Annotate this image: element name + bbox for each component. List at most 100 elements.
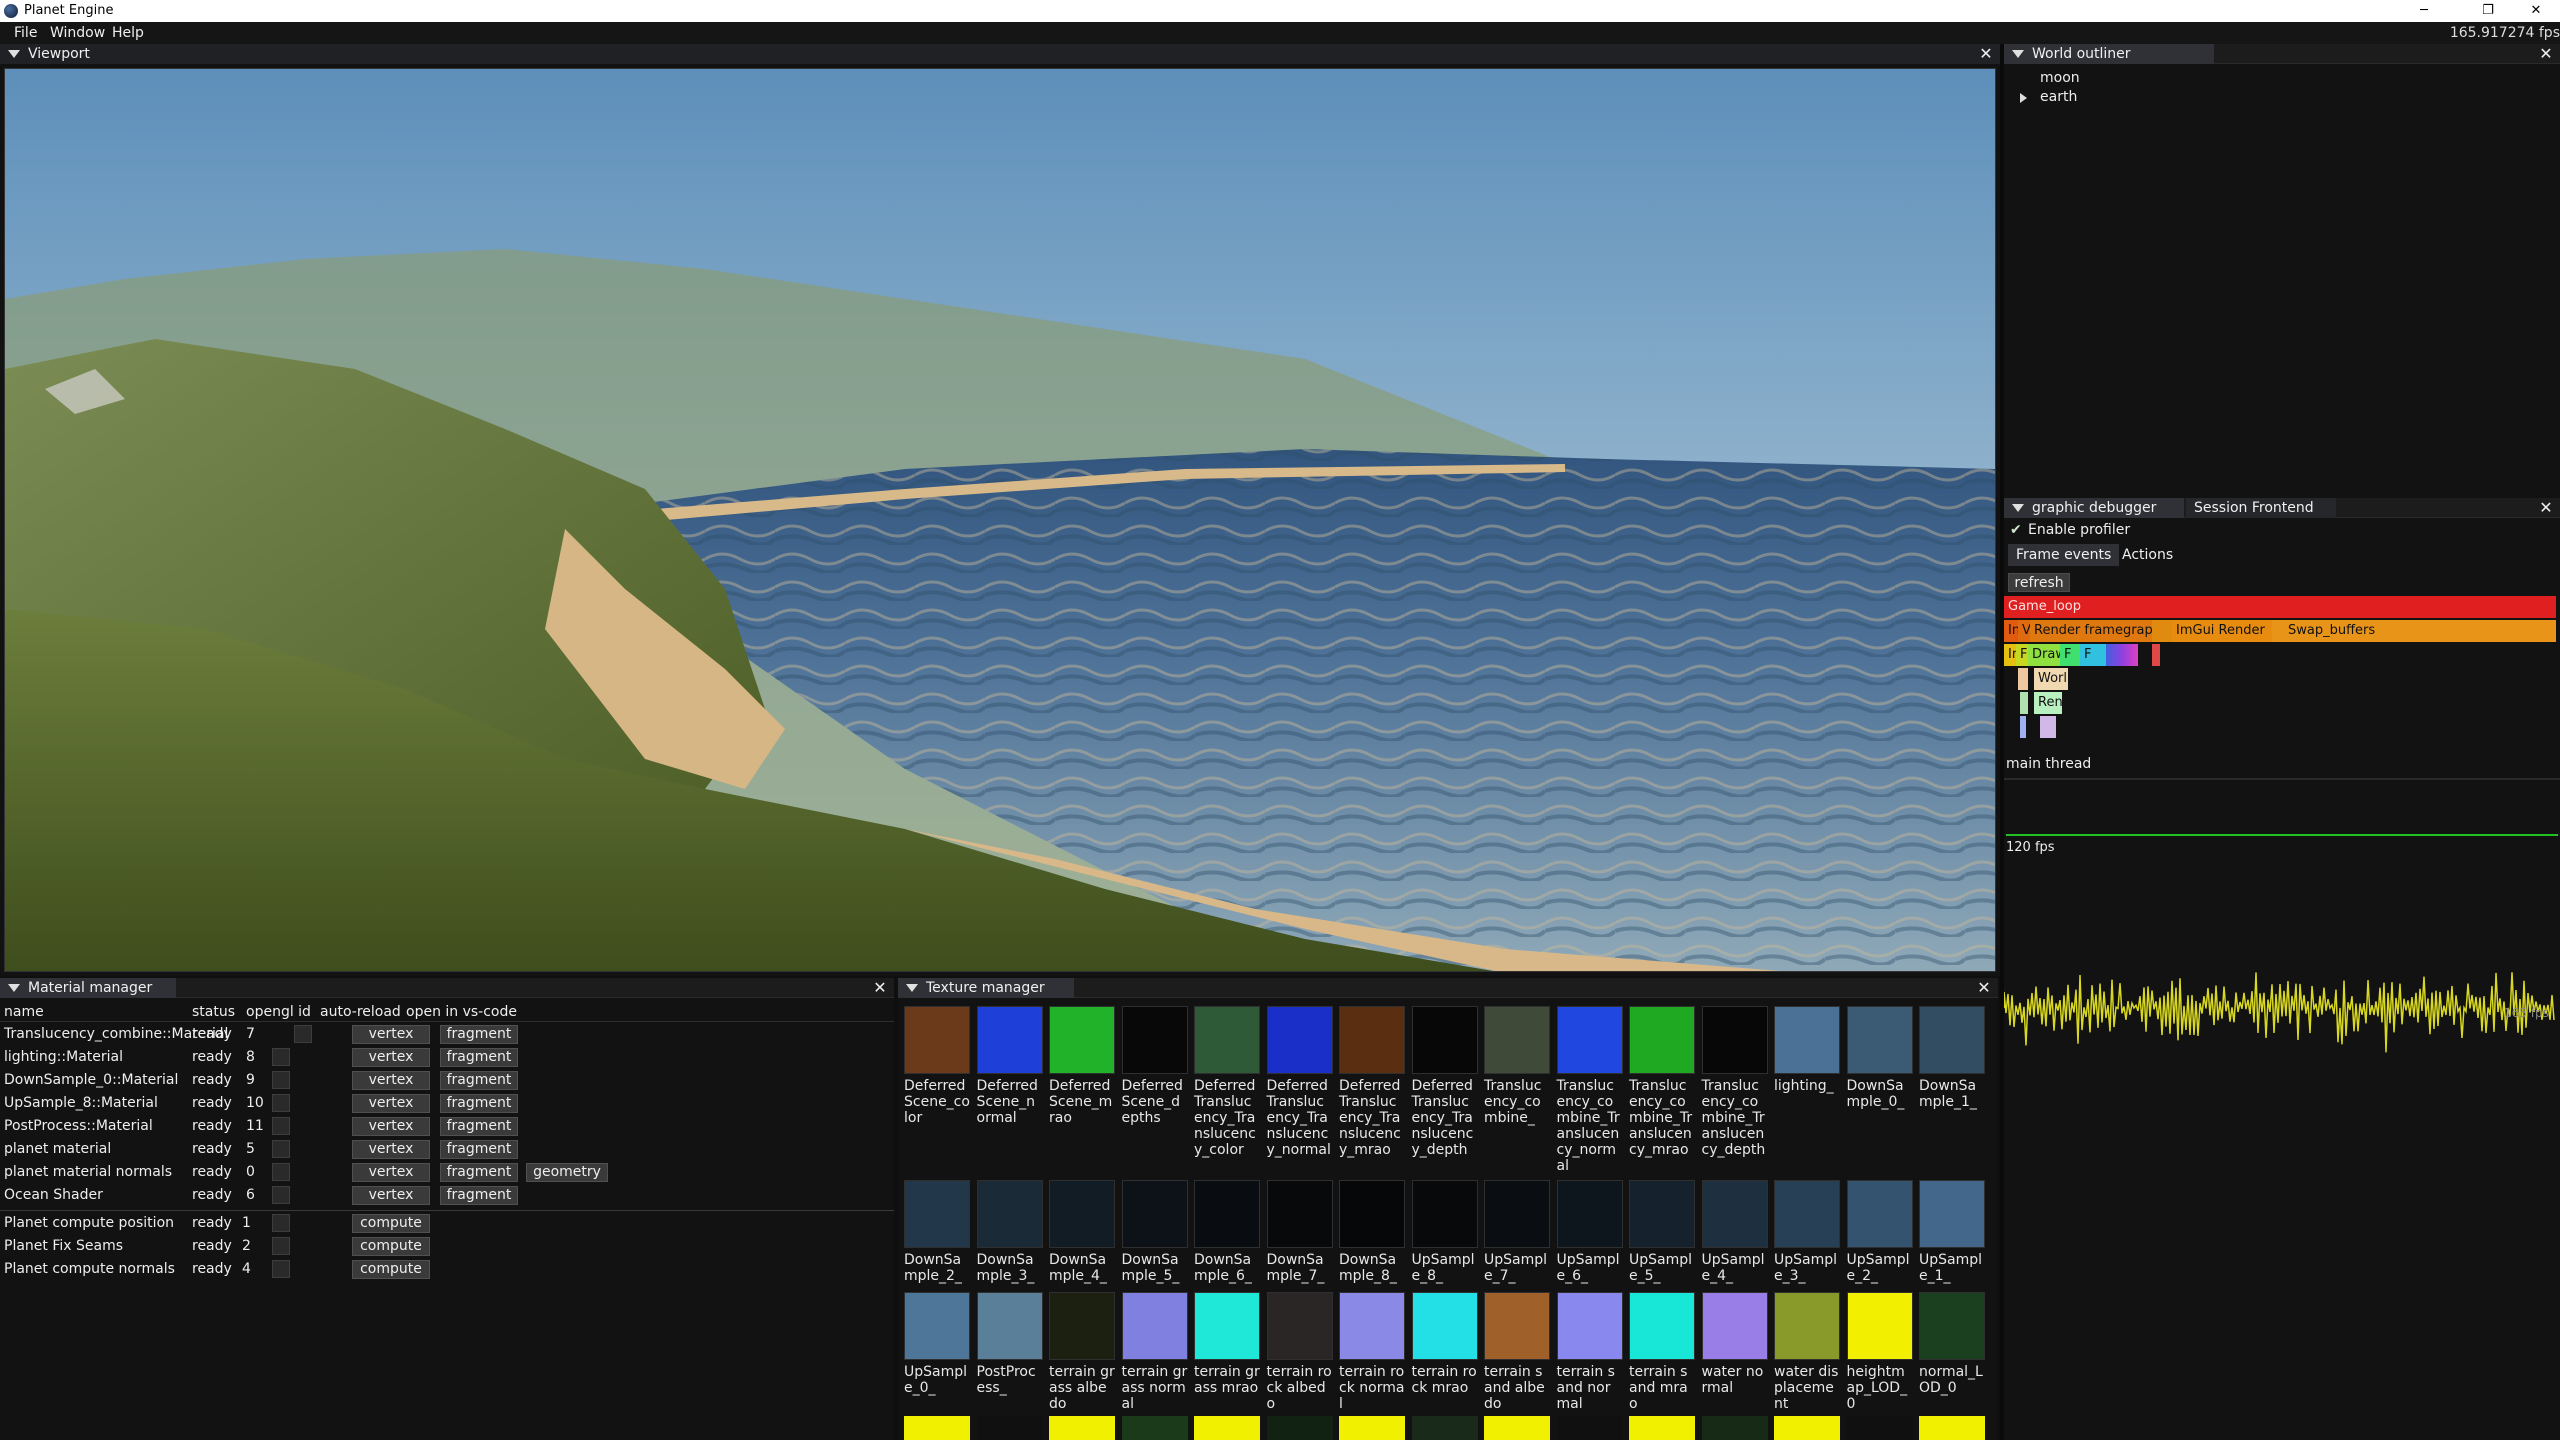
texture-item[interactable]: lighting_ — [1774, 1006, 1840, 1094]
profiler-bar-l5a[interactable] — [2020, 692, 2028, 714]
texture-thumbnail[interactable] — [1774, 1006, 1840, 1074]
compute-button[interactable]: compute — [352, 1237, 430, 1256]
fragment-button[interactable]: fragment — [440, 1071, 518, 1090]
texture-thumbnail[interactable] — [904, 1006, 970, 1074]
texture-item[interactable]: Deferred Scene_normal — [976, 1006, 1043, 1126]
texture-thumbnail[interactable] — [1556, 1006, 1623, 1074]
profiler-bar-f2[interactable]: F — [2060, 644, 2080, 666]
fragment-button[interactable]: fragment — [440, 1140, 518, 1159]
texture-thumbnail[interactable] — [1266, 1292, 1333, 1360]
texture-thumbnail[interactable] — [1049, 1416, 1115, 1440]
texture-item[interactable]: water normal — [1701, 1292, 1768, 1396]
close-icon[interactable]: ✕ — [872, 978, 888, 998]
texture-thumbnail[interactable] — [1846, 1006, 1913, 1074]
texture-item[interactable]: heightmap_LOD_0 — [1846, 1292, 1913, 1412]
texture-item[interactable]: Deferred Translucency_Translucency_color — [1194, 1006, 1260, 1158]
texture-thumbnail[interactable] — [1484, 1180, 1550, 1248]
vertex-button[interactable]: vertex — [352, 1140, 430, 1159]
collapse-icon[interactable] — [8, 984, 20, 992]
texture-item[interactable]: Deferred Scene_color — [904, 1006, 970, 1126]
menu-file[interactable]: File — [14, 25, 37, 41]
texture-thumbnail[interactable] — [1194, 1006, 1260, 1074]
vertex-button[interactable]: vertex — [352, 1071, 430, 1090]
texture-thumbnail[interactable] — [1846, 1180, 1913, 1248]
texture-thumbnail[interactable] — [1629, 1180, 1695, 1248]
texture-thumbnail[interactable] — [976, 1416, 1043, 1440]
material-name[interactable]: Ocean Shader — [4, 1187, 103, 1203]
texture-thumbnail[interactable] — [1049, 1292, 1115, 1360]
tree-item-earth[interactable]: earth — [2040, 89, 2077, 105]
texture-thumbnail[interactable] — [1121, 1292, 1188, 1360]
texture-thumbnail[interactable] — [1846, 1292, 1913, 1360]
texture-item[interactable]: UpSample_8_ — [1411, 1180, 1478, 1284]
profiler-bar-tiny[interactable] — [2152, 644, 2160, 666]
texture-thumbnail[interactable] — [1919, 1416, 1985, 1440]
profiler-bar-v[interactable]: V — [2018, 620, 2030, 642]
texture-item[interactable]: Deferred Translucency_Translucency_norma… — [1266, 1006, 1333, 1158]
texture-item[interactable]: Translucency_combine_ — [1484, 1006, 1550, 1126]
profiler-bar-swap-buffers[interactable]: Swap_buffers — [2272, 620, 2556, 642]
close-icon[interactable]: ✕ — [2538, 498, 2554, 518]
material-name[interactable]: DownSample_0::Material — [4, 1072, 178, 1088]
profiler-bar-game-loop[interactable]: Game_loop — [2004, 596, 2556, 618]
auto-reload-checkbox[interactable] — [272, 1163, 290, 1181]
texture-item[interactable]: DownSample_3_ — [976, 1180, 1043, 1284]
texture-thumbnail[interactable] — [1339, 1006, 1405, 1074]
texture-thumbnail[interactable] — [1121, 1006, 1188, 1074]
fragment-button[interactable]: fragment — [440, 1048, 518, 1067]
texture-thumbnail[interactable] — [1266, 1006, 1333, 1074]
texture-item[interactable]: DownSample_2_ — [904, 1180, 970, 1284]
texture-thumbnail[interactable] — [1411, 1006, 1478, 1074]
texture-item[interactable]: DownSample_5_ — [1121, 1180, 1188, 1284]
texture-thumbnail[interactable] — [1266, 1416, 1333, 1440]
texture-item[interactable]: DownSample_1_ — [1919, 1006, 1985, 1110]
auto-reload-checkbox[interactable] — [272, 1260, 290, 1278]
profiler-bar-worl[interactable]: Worl — [2034, 668, 2068, 690]
menu-help[interactable]: Help — [112, 25, 144, 41]
profiler-bar-draw[interactable]: Draw — [2028, 644, 2060, 666]
texture-item[interactable]: Translucency_combine_Translucency_depth — [1701, 1006, 1768, 1158]
texture-item[interactable]: DownSample_4_ — [1049, 1180, 1115, 1284]
texture-thumbnail[interactable] — [976, 1292, 1043, 1360]
auto-reload-checkbox[interactable] — [272, 1071, 290, 1089]
vertex-button[interactable]: vertex — [352, 1163, 430, 1182]
profiler-bar-l4a[interactable] — [2018, 668, 2028, 690]
texture-thumbnail[interactable] — [1339, 1416, 1405, 1440]
profiler-bar-f[interactable]: F — [2016, 644, 2028, 666]
texture-item[interactable]: terrain grass albedo — [1049, 1292, 1115, 1412]
texture-item[interactable]: UpSample_3_ — [1774, 1180, 1840, 1284]
tab-actions[interactable]: Actions — [2114, 544, 2181, 566]
collapse-icon[interactable] — [2012, 504, 2024, 512]
texture-thumbnail[interactable] — [904, 1292, 970, 1360]
fragment-button[interactable]: fragment — [440, 1186, 518, 1205]
texture-thumbnail[interactable] — [1194, 1416, 1260, 1440]
tab-material-manager[interactable]: Material manager — [0, 978, 176, 998]
vertex-button[interactable]: vertex — [352, 1186, 430, 1205]
material-name[interactable]: planet material normals — [4, 1164, 172, 1180]
fragment-button[interactable]: fragment — [440, 1025, 518, 1044]
texture-item[interactable]: water displacement — [1774, 1292, 1840, 1412]
texture-thumbnail[interactable] — [1629, 1416, 1695, 1440]
compute-shader-name[interactable]: Planet compute position — [4, 1215, 174, 1231]
profiler-bar-many[interactable] — [2106, 644, 2138, 666]
restore-icon[interactable]: ❐ — [2468, 0, 2508, 22]
texture-item[interactable]: terrain sand normal — [1556, 1292, 1623, 1412]
texture-thumbnail[interactable] — [1846, 1416, 1913, 1440]
auto-reload-checkbox[interactable] — [294, 1025, 312, 1043]
tab-frame-events[interactable]: Frame events — [2008, 544, 2120, 566]
texture-item[interactable]: terrain grass mrao — [1194, 1292, 1260, 1396]
material-name[interactable]: UpSample_8::Material — [4, 1095, 158, 1111]
texture-item[interactable]: UpSample_6_ — [1556, 1180, 1623, 1284]
compute-shader-name[interactable]: Planet Fix Seams — [4, 1238, 123, 1254]
auto-reload-checkbox[interactable] — [272, 1117, 290, 1135]
fragment-button[interactable]: fragment — [440, 1163, 518, 1182]
texture-item[interactable]: DownSample_0_ — [1846, 1006, 1913, 1110]
texture-thumbnail[interactable] — [1411, 1180, 1478, 1248]
texture-item[interactable]: UpSample_0_ — [904, 1292, 970, 1396]
texture-thumbnail[interactable] — [1701, 1180, 1768, 1248]
texture-thumbnail[interactable] — [1774, 1292, 1840, 1360]
texture-thumbnail[interactable] — [1194, 1180, 1260, 1248]
texture-item[interactable]: Translucency_combine_Translucency_normal — [1556, 1006, 1623, 1174]
texture-thumbnail[interactable] — [1266, 1180, 1333, 1248]
compute-button[interactable]: compute — [352, 1260, 430, 1279]
